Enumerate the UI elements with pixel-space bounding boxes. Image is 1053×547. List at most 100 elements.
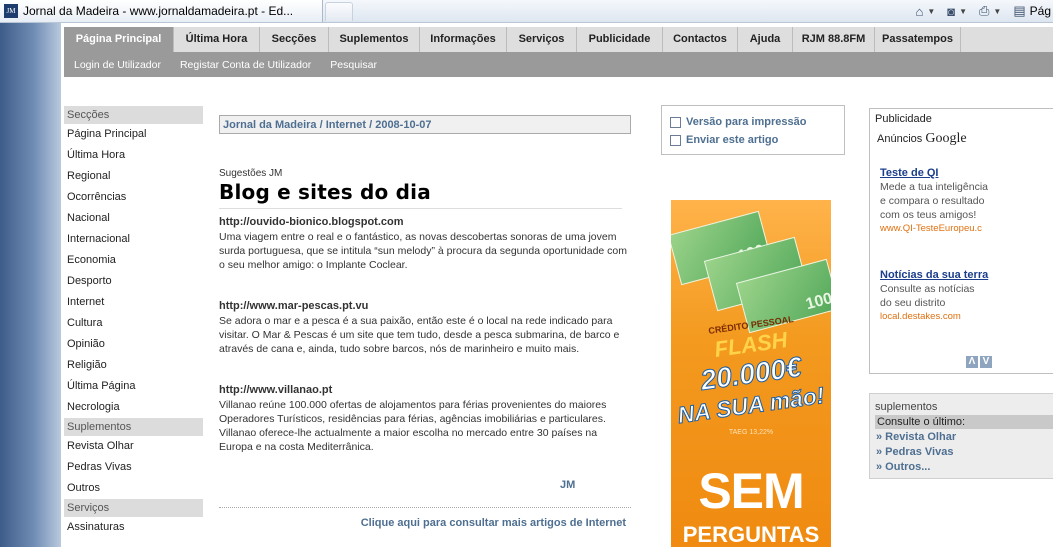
search-link[interactable]: Pesquisar	[330, 59, 377, 71]
ad-description: do seu distrito	[880, 297, 946, 309]
sidebar-item-economia[interactable]: Economia	[64, 250, 203, 271]
sidebar-item-ultima-hora[interactable]: Última Hora	[64, 145, 203, 166]
chevron-down-icon[interactable]: V	[980, 356, 992, 368]
sidebar-item-assinaturas[interactable]: Assinaturas	[64, 517, 203, 538]
browser-tab[interactable]: JM Jornal da Madeira - www.jornaldamadei…	[0, 0, 323, 22]
sidebar-item-outros[interactable]: Outros	[64, 478, 203, 499]
sidebar-item-cultura[interactable]: Cultura	[64, 313, 203, 334]
credit-banner-ad[interactable]: 100 100 100 CRÉDITO PESSOAL FLASH 20.000…	[671, 200, 831, 547]
ad-sem: SEM	[698, 463, 804, 519]
ad-url[interactable]: local.destakes.com	[880, 310, 1053, 324]
entry-url: http://ouvido-bionico.blogspot.com	[219, 216, 404, 228]
sidebar-item-ocorrencias[interactable]: Ocorrências	[64, 187, 203, 208]
article-headline: Blog e sites do dia	[219, 180, 622, 209]
chevron-up-icon[interactable]: Λ	[966, 356, 978, 368]
ad-url[interactable]: www.QI-TesteEuropeu.c	[880, 222, 1053, 236]
decorative-left-strip	[0, 23, 61, 547]
ad-description: e compara o resultado	[880, 195, 985, 207]
sidebar-item-ultima-pagina[interactable]: Última Página	[64, 376, 203, 397]
nav-rjm-radio[interactable]: RJM 88.8FM	[793, 27, 875, 52]
sidebar: Secções Página Principal Última Hora Reg…	[64, 106, 203, 538]
ad-description: Consulte as notícias	[880, 283, 975, 295]
article-tools-box: Versão para impressão Enviar este artigo	[661, 105, 845, 155]
sidebar-item-regional[interactable]: Regional	[64, 166, 203, 187]
article-entry: http://www.mar-pescas.pt.vu Se adora o m…	[219, 300, 631, 356]
sidebar-item-nacional[interactable]: Nacional	[64, 208, 203, 229]
supplements-caption: Consulte o último:	[875, 415, 1053, 429]
register-link[interactable]: Registar Conta de Utilizador	[180, 59, 311, 71]
google-ads-label: Anúncios Google	[877, 131, 967, 146]
sidebar-header-seccoes: Secções	[64, 106, 203, 124]
nav-suplementos[interactable]: Suplementos	[329, 27, 420, 52]
breadcrumb[interactable]: Jornal da Madeira / Internet / 2008-10-0…	[219, 115, 631, 134]
rss-icon[interactable]: ◙	[947, 4, 955, 19]
send-article-link[interactable]: Enviar este artigo	[670, 134, 778, 146]
divider	[219, 507, 631, 508]
sidebar-item-religiao[interactable]: Religião	[64, 355, 203, 376]
nav-seccoes[interactable]: Secções	[260, 27, 329, 52]
main-navigation: Página Principal Última Hora Secções Sup…	[64, 27, 1053, 52]
home-dropdown-icon[interactable]: ▼	[927, 7, 935, 16]
home-icon[interactable]: ⌂	[915, 4, 923, 19]
browser-tab-bar: JM Jornal da Madeira - www.jornaldamadei…	[0, 0, 1053, 23]
nav-informacoes[interactable]: Informações	[420, 27, 507, 52]
entry-url: http://www.mar-pescas.pt.vu	[219, 300, 369, 312]
login-link[interactable]: Login de Utilizador	[74, 59, 161, 71]
sidebar-header-servicos: Serviços	[64, 499, 203, 517]
sidebar-item-necrologia[interactable]: Necrologia	[64, 397, 203, 418]
nav-servicos[interactable]: Serviços	[507, 27, 577, 52]
ad-description: Mede a tua inteligência	[880, 181, 988, 193]
sidebar-item-internacional[interactable]: Internacional	[64, 229, 203, 250]
nav-contactos[interactable]: Contactos	[663, 27, 738, 52]
rss-dropdown-icon[interactable]: ▼	[959, 7, 967, 16]
article-entry: http://ouvido-bionico.blogspot.com Uma v…	[219, 216, 631, 272]
text-ad[interactable]: Teste de QI Mede a tua inteligência e co…	[880, 166, 1053, 236]
sidebar-item-pedras-vivas[interactable]: Pedras Vivas	[64, 457, 203, 478]
supplement-link-outros[interactable]: » Outros...	[876, 461, 930, 473]
print-page-icon	[670, 116, 681, 128]
ad-title[interactable]: Teste de QI	[880, 166, 1053, 180]
page-menu-label[interactable]: Pág	[1030, 4, 1051, 18]
supplement-link-revista-olhar[interactable]: » Revista Olhar	[876, 431, 956, 443]
site-favicon-icon: JM	[4, 4, 18, 18]
nav-publicidade[interactable]: Publicidade	[577, 27, 663, 52]
print-version-label[interactable]: Versão para impressão	[686, 116, 806, 128]
publicity-title: Publicidade	[875, 113, 932, 125]
send-article-label[interactable]: Enviar este artigo	[686, 134, 778, 146]
new-tab-button[interactable]	[325, 2, 353, 21]
ad-description: com os teus amigos!	[880, 209, 977, 221]
sidebar-item-revista-olhar[interactable]: Revista Olhar	[64, 436, 203, 457]
nav-ultima-hora[interactable]: Última Hora	[174, 27, 260, 52]
print-dropdown-icon[interactable]: ▼	[993, 7, 1001, 16]
browser-command-bar: ⌂ ▼ ◙ ▼ ⎙ ▼ ▤ Pág	[915, 0, 1053, 22]
nav-passatempos[interactable]: Passatempos	[875, 27, 961, 52]
browser-tab-title: Jornal da Madeira - www.jornaldamadeira.…	[23, 4, 294, 18]
ad-perguntas: PERGUNTAS	[682, 522, 820, 547]
nav-pagina-principal[interactable]: Página Principal	[64, 27, 174, 52]
google-ads-box: Publicidade Anúncios Google Teste de QI …	[869, 108, 1053, 374]
article-author: JM	[560, 479, 576, 491]
supplements-title: suplementos	[875, 401, 938, 413]
supplements-box: suplementos Consulte o último: » Revista…	[869, 393, 1053, 479]
nav-ajuda[interactable]: Ajuda	[738, 27, 793, 52]
sidebar-item-pagina-principal[interactable]: Página Principal	[64, 124, 203, 145]
ad-pager: Λ V	[966, 356, 992, 368]
entry-text: Uma viagem entre o real e o fantástico, …	[219, 231, 628, 271]
sidebar-item-desporto[interactable]: Desporto	[64, 271, 203, 292]
ad-title[interactable]: Notícias da sua terra	[880, 268, 1053, 282]
entry-text: Se adora o mar e a pesca é a sua paixão,…	[219, 315, 620, 355]
print-version-link[interactable]: Versão para impressão	[670, 116, 806, 128]
article-kicker: Sugestões JM	[219, 168, 283, 179]
text-ad[interactable]: Notícias da sua terra Consulte as notíci…	[880, 268, 1053, 324]
sidebar-item-opiniao[interactable]: Opinião	[64, 334, 203, 355]
page-icon[interactable]: ▤	[1013, 3, 1025, 19]
envelope-icon	[670, 134, 681, 146]
entry-url: http://www.villanao.pt	[219, 384, 333, 396]
article-entry: http://www.villanao.pt Villanao reúne 10…	[219, 384, 631, 454]
more-articles-link[interactable]: Clique aqui para consultar mais artigos …	[219, 517, 626, 529]
sidebar-header-suplementos: Suplementos	[64, 418, 203, 436]
ad-taeg: TAEG 13,22%	[728, 429, 774, 436]
supplement-link-pedras-vivas[interactable]: » Pedras Vivas	[876, 446, 953, 458]
print-icon[interactable]: ⎙	[979, 3, 989, 19]
sidebar-item-internet[interactable]: Internet	[64, 292, 203, 313]
